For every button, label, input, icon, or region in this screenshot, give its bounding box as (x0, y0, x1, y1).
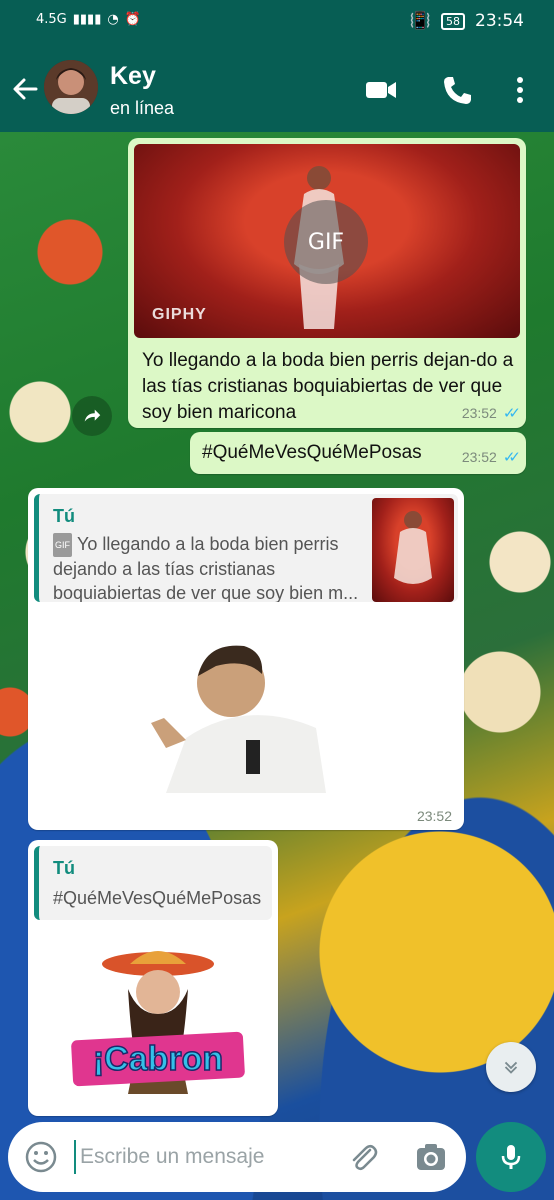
signal-icon: ▮▮▮▮ (72, 12, 102, 27)
alarm-icon: ⏰ (124, 12, 141, 27)
quote-text: Yo llegando a la boda bien perris dejand… (53, 534, 359, 602)
message-input[interactable] (74, 1140, 334, 1174)
back-arrow-icon[interactable] (10, 74, 40, 104)
message-time: 23:52 (461, 405, 497, 421)
giphy-watermark: GIPHY (152, 306, 207, 323)
contact-name[interactable]: Key (110, 62, 156, 91)
quote-text-block: GIF Yo llegando a la boda bien perris dej… (53, 532, 373, 602)
message-sticker-reply[interactable]: Tú #QuéMeVesQuéMePosas ¡Cabron (28, 840, 278, 1116)
video-call-icon[interactable] (364, 74, 398, 106)
chevron-down-icon (504, 1061, 518, 1074)
gif-tag-icon: GIF (53, 533, 72, 558)
attach-icon[interactable] (346, 1140, 380, 1174)
contact-status: en línea (110, 98, 175, 118)
gif-preview[interactable]: GIF GIPHY (134, 144, 520, 338)
quote-author: Tú (53, 506, 75, 526)
emoji-icon[interactable] (24, 1140, 58, 1174)
status-bar: 4.5G ▮▮▮▮ ◔ ⏰ 📳 58 23:54 (0, 0, 554, 46)
message-meta: 23:52 (417, 808, 452, 824)
read-ticks-icon: ✓✓ (502, 449, 521, 466)
vibrate-icon: 📳 (409, 11, 431, 31)
forward-icon (84, 409, 101, 422)
message-text: #QuéMeVesQuéMePosas (202, 442, 422, 463)
message-time: 23:52 (461, 449, 497, 465)
chat-area[interactable]: GIF GIPHY Yo llegando a la boda bien per… (0, 132, 554, 1200)
status-right: 📳 58 23:54 (410, 11, 524, 31)
message-meta: 23:52 ✓✓ (461, 404, 521, 422)
message-text-bubble[interactable]: #QuéMeVesQuéMePosas 23:52 ✓✓ (190, 432, 526, 474)
message-gif[interactable]: GIF GIPHY Yo llegando a la boda bien per… (128, 138, 526, 428)
quote-thumbnail (372, 498, 454, 602)
message-meta: 23:52 ✓✓ (461, 448, 521, 466)
read-ticks-icon: ✓✓ (502, 405, 521, 422)
message-sticker-reply[interactable]: Tú GIF Yo llegando a la boda bien perris … (28, 488, 464, 830)
avatar[interactable] (44, 60, 98, 114)
battery-indicator: 58 (441, 12, 465, 30)
quote-text: #QuéMeVesQuéMePosas (53, 888, 262, 908)
message-text: Yo llegando a la boda bien perris dejan-… (142, 350, 514, 423)
more-icon[interactable] (503, 74, 537, 106)
quoted-message[interactable]: Tú GIF Yo llegando a la boda bien perris … (34, 494, 458, 602)
status-time: 23:54 (475, 11, 524, 31)
gif-play-badge[interactable]: GIF (284, 200, 368, 284)
phone-icon[interactable] (440, 74, 474, 106)
forward-button[interactable] (72, 396, 112, 436)
data-saver-icon: ◔ (107, 12, 119, 27)
message-time: 23:52 (416, 808, 452, 824)
sticker-text: ¡Cabron (93, 1040, 223, 1078)
status-left: 4.5G ▮▮▮▮ ◔ ⏰ (36, 12, 141, 27)
mic-icon (501, 1145, 521, 1169)
chat-header: Key en línea (0, 46, 554, 132)
camera-icon[interactable] (414, 1140, 448, 1174)
sticker-pointing-man[interactable] (146, 628, 346, 798)
network-label: 4.5G (36, 12, 67, 27)
scroll-to-bottom-button[interactable] (486, 1042, 536, 1092)
sticker-cabron[interactable]: ¡Cabron (68, 944, 248, 1094)
quoted-message[interactable]: Tú #QuéMeVesQuéMePosas (34, 846, 272, 920)
quote-author: Tú (53, 858, 75, 878)
mic-button[interactable] (476, 1122, 546, 1192)
message-composer (8, 1122, 466, 1192)
